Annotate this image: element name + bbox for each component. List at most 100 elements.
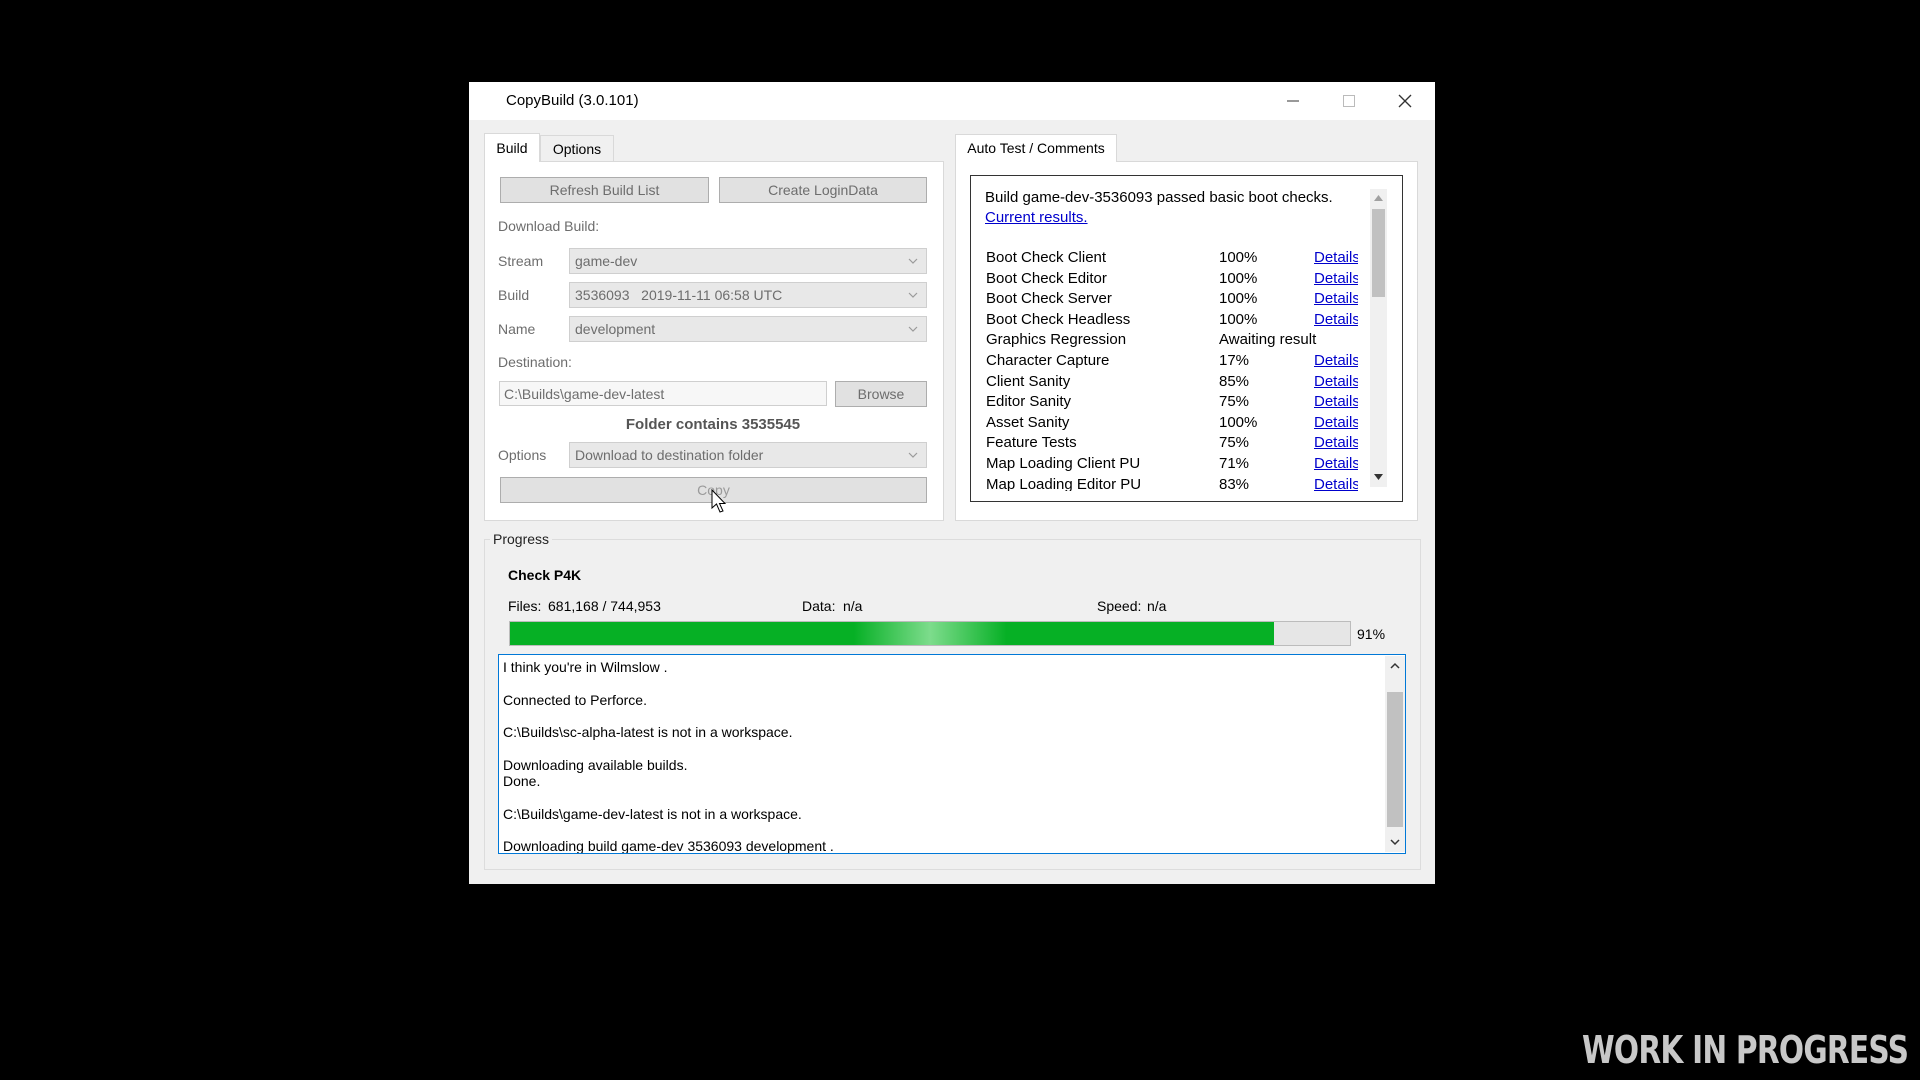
stream-select[interactable]: game-dev	[569, 248, 927, 274]
test-row: Client Sanity 85% Details	[986, 373, 1358, 393]
log-line: Done.	[503, 773, 541, 790]
files-value: 681,168 / 744,953	[548, 598, 661, 614]
test-name: Asset Sanity	[986, 413, 1070, 431]
destination-label: Destination:	[498, 354, 572, 370]
test-row: Boot Check Editor 100% Details	[986, 270, 1358, 290]
scroll-down-icon[interactable]	[1390, 839, 1400, 846]
test-percent: 75%	[1219, 434, 1250, 452]
test-name: Graphics Regression	[986, 331, 1127, 349]
test-row: Boot Check Server 100% Details	[986, 290, 1358, 310]
data-label: Data:	[802, 598, 836, 614]
chevron-down-icon	[908, 326, 918, 332]
test-percent: 100%	[1219, 413, 1258, 431]
maximize-icon	[1343, 95, 1355, 107]
tab-options[interactable]: Options	[540, 135, 614, 162]
test-row: Boot Check Headless 100% Details	[986, 311, 1358, 331]
options-value: Download to destination folder	[575, 447, 764, 463]
refresh-build-list-button[interactable]: Refresh Build List	[500, 177, 709, 203]
test-name: Boot Check Headless	[986, 310, 1131, 328]
test-name: Boot Check Editor	[986, 269, 1107, 287]
auto-test-scrollbar[interactable]	[1370, 189, 1387, 487]
current-results-link[interactable]: Current results.	[985, 209, 1088, 226]
speed-label: Speed:	[1097, 598, 1142, 614]
log-scrollbar[interactable]	[1385, 656, 1405, 852]
log-line: C:\Builds\sc-alpha-latest is not in a wo…	[503, 724, 793, 741]
minimize-button[interactable]	[1265, 82, 1321, 120]
maximize-button[interactable]	[1321, 82, 1377, 120]
details-link[interactable]: Details	[1314, 290, 1358, 307]
progress-percent: 91%	[1357, 626, 1386, 642]
details-link[interactable]: Details	[1314, 311, 1358, 328]
chevron-down-icon	[908, 292, 918, 298]
name-label: Name	[498, 321, 536, 337]
progress-group-label: Progress	[490, 531, 553, 547]
details-link[interactable]: Details	[1314, 414, 1358, 431]
close-button[interactable]	[1377, 82, 1433, 120]
options-select[interactable]: Download to destination folder	[569, 442, 927, 468]
chevron-down-icon	[908, 452, 918, 458]
tab-auto-test[interactable]: Auto Test / Comments	[955, 134, 1117, 162]
files-label: Files:	[508, 598, 542, 614]
destination-input[interactable]: C:\Builds\game-dev-latest	[499, 381, 827, 406]
test-name: Boot Check Server	[986, 290, 1112, 308]
test-name: Map Loading Editor PU	[986, 475, 1142, 491]
scroll-down-icon[interactable]	[1374, 474, 1383, 480]
details-link[interactable]: Details	[1314, 352, 1358, 369]
log-line: C:\Builds\game-dev-latest is not in a wo…	[503, 805, 802, 822]
test-name: Character Capture	[986, 352, 1110, 369]
title-bar[interactable]: CopyBuild (3.0.101)	[469, 82, 1435, 120]
speed-value: n/a	[1147, 598, 1167, 614]
mouse-cursor-icon	[711, 489, 727, 513]
test-row: Boot Check Client 100% Details	[986, 249, 1358, 269]
auto-test-summary: Build game-dev-3536093 passed basic boot…	[985, 189, 1333, 206]
log-scroll-thumb[interactable]	[1387, 692, 1403, 827]
build-select[interactable]: 3536093 2019-11-11 06:58 UTC	[569, 282, 927, 308]
test-percent: 83%	[1219, 475, 1250, 491]
test-list: Boot Check Client 100% Details Boot Check …	[986, 249, 1358, 491]
scroll-up-icon[interactable]	[1374, 195, 1383, 201]
destination-value: C:\Builds\game-dev-latest	[504, 385, 665, 402]
test-percent: 100%	[1219, 290, 1258, 308]
test-row: Asset Sanity 100% Details	[986, 414, 1358, 434]
log-line: Connected to Perforce.	[503, 691, 647, 708]
details-link[interactable]: Details	[1314, 434, 1358, 451]
test-percent: 75%	[1219, 393, 1250, 411]
details-link[interactable]: Details	[1314, 373, 1358, 390]
browse-button[interactable]: Browse	[835, 381, 927, 407]
details-link[interactable]: Details	[1314, 393, 1358, 410]
scroll-up-icon[interactable]	[1390, 662, 1400, 669]
folder-info: Folder contains 3535545	[625, 416, 801, 433]
test-row: Feature Tests 75% Details	[986, 434, 1358, 454]
progress-bar-fill	[510, 622, 1275, 645]
progress-step: Check P4K	[508, 567, 582, 583]
test-percent: 85%	[1219, 372, 1250, 390]
test-row: Graphics Regression Awaiting result	[986, 331, 1358, 351]
details-link[interactable]: Details	[1314, 249, 1358, 266]
auto-test-scroll-thumb[interactable]	[1372, 209, 1385, 297]
name-select[interactable]: development	[569, 316, 927, 342]
test-row: Map Loading Editor PU 83% Details	[986, 476, 1358, 491]
tab-build[interactable]: Build	[484, 133, 540, 162]
test-percent: 100%	[1219, 269, 1258, 287]
test-name: Map Loading Client PU	[986, 455, 1141, 472]
progress-bar	[509, 621, 1351, 646]
tab-build-label: Build	[496, 140, 528, 156]
log-line: Downloading build game-dev 3536093 devel…	[503, 838, 834, 854]
details-link[interactable]: Details	[1314, 476, 1358, 491]
log-output[interactable]: I think you're in Wilmslow . Connected to…	[498, 654, 1406, 854]
create-logindata-button[interactable]: Create LoginData	[719, 177, 927, 203]
details-link[interactable]: Details	[1314, 270, 1358, 287]
test-name: Feature Tests	[986, 434, 1077, 452]
download-build-label: Download Build:	[498, 218, 600, 234]
tab-options-label: Options	[552, 141, 602, 157]
options-label: Options	[498, 447, 547, 463]
minimize-icon	[1287, 100, 1299, 102]
close-icon	[1398, 94, 1412, 108]
test-name: Client Sanity	[986, 372, 1071, 390]
log-line: I think you're in Wilmslow .	[503, 659, 668, 675]
test-percent: 71%	[1219, 455, 1250, 472]
details-link[interactable]: Details	[1314, 455, 1358, 472]
build-value: 3536093 2019-11-11 06:58 UTC	[575, 287, 783, 303]
chevron-down-icon	[908, 258, 918, 264]
test-row: Character Capture 17% Details	[986, 352, 1358, 372]
